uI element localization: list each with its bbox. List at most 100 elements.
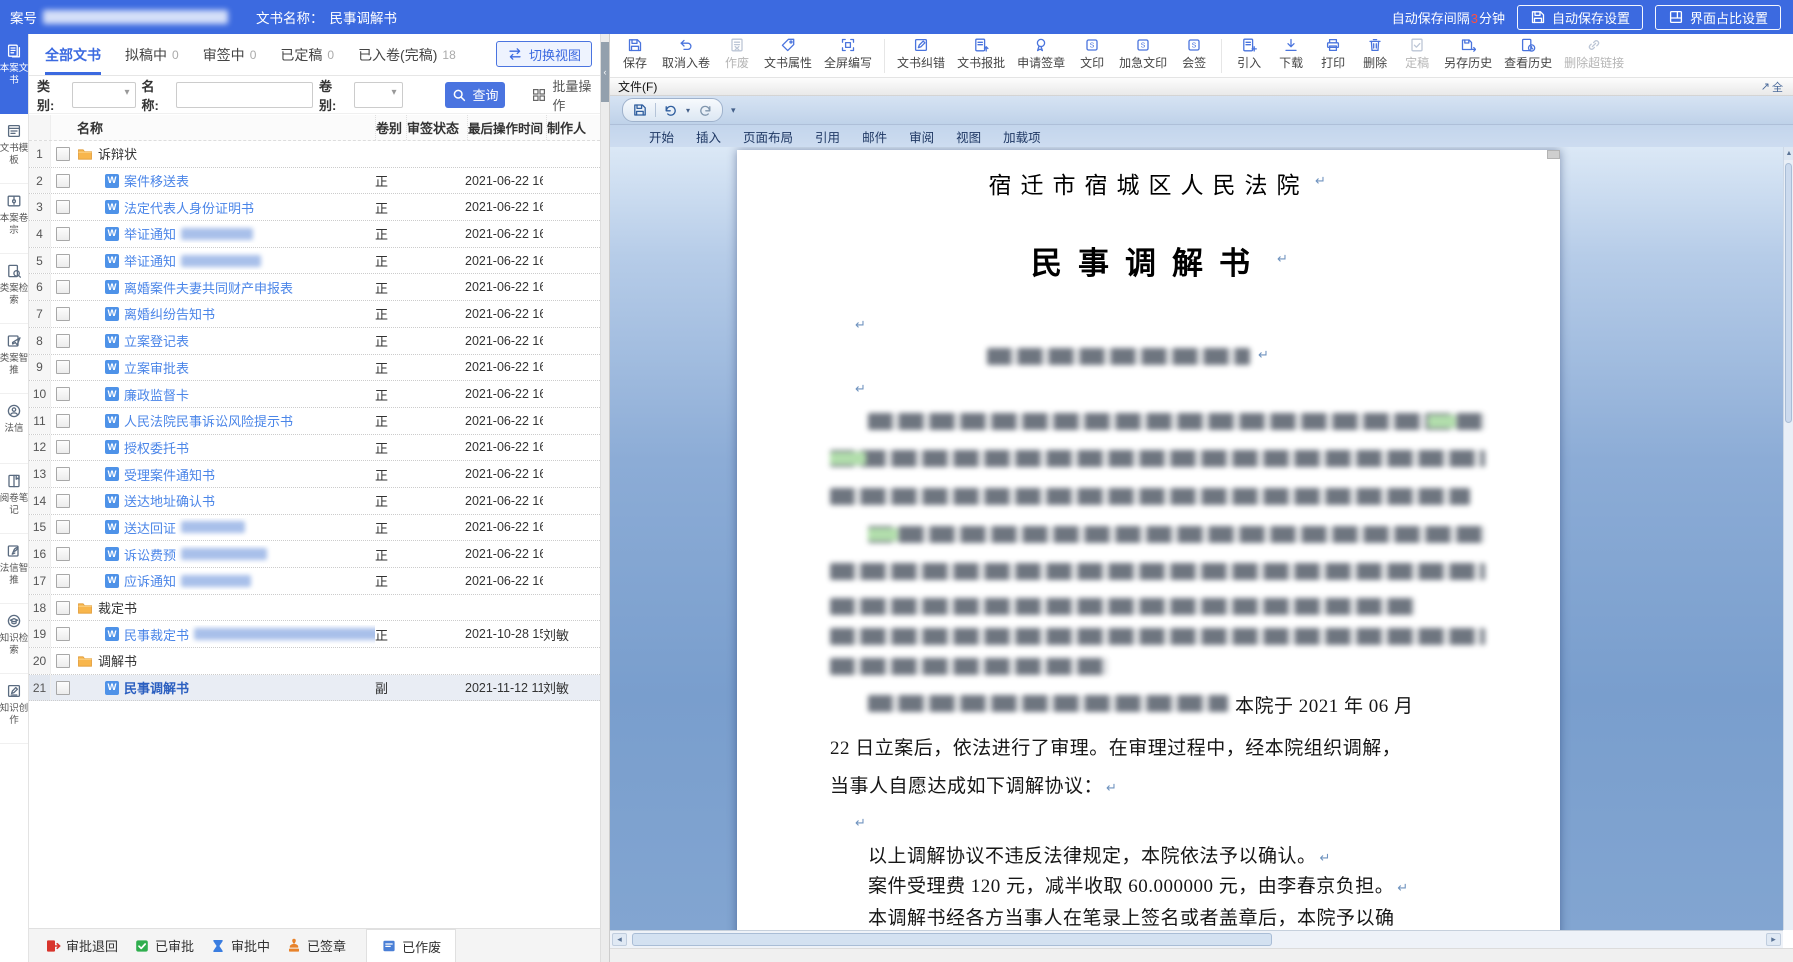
row-checkbox[interactable] — [56, 227, 70, 241]
row-checkbox[interactable] — [56, 200, 70, 214]
horizontal-scrollbar[interactable]: ◂ ▸ — [610, 930, 1783, 948]
table-row-12[interactable]: 12W授权委托书正2021-06-22 16 — [29, 435, 600, 462]
sidebar-item-1[interactable]: 文书模板 — [0, 114, 28, 184]
toolbar-button-2-5[interactable]: 另存历史 — [1444, 37, 1492, 71]
sidebar-item-9[interactable]: 知识创作 — [0, 674, 28, 744]
legend-item-1[interactable]: 已审批 — [134, 929, 194, 962]
batch-operations-button[interactable]: 批量操作 — [531, 76, 600, 114]
doc-name-link[interactable]: 立案登记表 — [124, 331, 189, 350]
table-row-9[interactable]: 9W立案审批表正2021-06-22 16 — [29, 355, 600, 382]
doc-name-link[interactable]: 民事调解书 — [124, 678, 189, 697]
legend-item-4[interactable]: 已作废 — [366, 929, 456, 962]
sidebar-item-0[interactable]: 本案文书 — [0, 34, 28, 114]
toolbar-button-2-2[interactable]: 打印 — [1318, 37, 1348, 71]
sidebar-item-6[interactable]: 阅卷笔记 — [0, 464, 28, 534]
table-row-1[interactable]: 1诉辩状 — [29, 141, 600, 168]
toolbar-button-0-1[interactable]: 取消入卷 — [662, 37, 710, 71]
sidebar-item-7[interactable]: 法信智推 — [0, 534, 28, 604]
table-row-13[interactable]: 13W受理案件通知书正2021-06-22 16 — [29, 461, 600, 488]
autosave-settings-button[interactable]: 自动保存设置 — [1517, 5, 1643, 30]
file-menu[interactable]: 文件(F) — [618, 78, 657, 95]
ribbon-tab-2[interactable]: 页面布局 — [732, 125, 804, 148]
table-row-4[interactable]: 4W举证通知正2021-06-22 16 — [29, 221, 600, 248]
doc-name-link[interactable]: 送达地址确认书 — [124, 491, 215, 510]
volume-select[interactable] — [354, 82, 403, 108]
doc-name-link[interactable]: 授权委托书 — [124, 438, 189, 457]
doc-name-link[interactable]: 廉政监督卡 — [124, 385, 189, 404]
toolbar-button-1-0[interactable]: 文书纠错 — [897, 37, 945, 71]
doc-name-link[interactable]: 离婚案件夫妻共同财产申报表 — [124, 278, 293, 297]
sidebar-item-8[interactable]: 知识检索 — [0, 604, 28, 674]
table-row-2[interactable]: 2W案件移送表正2021-06-22 16 — [29, 168, 600, 195]
ribbon-tab-1[interactable]: 插入 — [685, 125, 732, 148]
row-checkbox[interactable] — [56, 547, 70, 561]
save-icon[interactable] — [632, 102, 648, 118]
doc-name-link[interactable]: 诉讼费预 — [124, 545, 176, 564]
toolbar-button-1-3[interactable]: S文印 — [1077, 37, 1107, 71]
table-row-21[interactable]: 21W民事调解书副2021-11-12 11刘敏 — [29, 675, 600, 702]
table-row-8[interactable]: 8W立案登记表正2021-06-22 16 — [29, 328, 600, 355]
category-select[interactable] — [72, 82, 136, 108]
ribbon-tab-5[interactable]: 审阅 — [898, 125, 945, 148]
redo-icon[interactable] — [697, 102, 713, 118]
folder-name[interactable]: 诉辩状 — [98, 144, 137, 163]
switch-view-button[interactable]: 切换视图 — [496, 41, 592, 67]
toolbar-button-2-3[interactable]: 删除 — [1360, 37, 1390, 71]
doc-name-link[interactable]: 民事裁定书 — [124, 625, 189, 644]
table-row-5[interactable]: 5W举证通知正2021-06-22 16 — [29, 248, 600, 275]
legend-item-2[interactable]: 审批中 — [210, 929, 270, 962]
doc-name-link[interactable]: 举证通知 — [124, 251, 176, 270]
row-checkbox[interactable] — [56, 601, 70, 615]
ribbon-tab-6[interactable]: 视图 — [945, 125, 992, 148]
horizontal-scroll-thumb[interactable] — [632, 933, 1272, 946]
table-row-16[interactable]: 16W诉讼费预正2021-06-22 16 — [29, 541, 600, 568]
toolbar-button-1-5[interactable]: S会签 — [1179, 37, 1209, 71]
doc-name-link[interactable]: 立案审批表 — [124, 358, 189, 377]
panel-divider[interactable]: ‹ — [600, 34, 610, 962]
expand-control[interactable]: ↗全 — [1761, 79, 1783, 95]
row-checkbox[interactable] — [56, 360, 70, 374]
row-checkbox[interactable] — [56, 654, 70, 668]
sidebar-item-2[interactable]: 本案卷宗 — [0, 184, 28, 254]
ribbon-tab-3[interactable]: 引用 — [804, 125, 851, 148]
folder-name[interactable]: 调解书 — [98, 651, 137, 670]
legend-item-0[interactable]: 审批退回 — [45, 929, 118, 962]
toolbar-button-1-2[interactable]: 申请签章 — [1017, 37, 1065, 71]
scroll-up-icon[interactable]: ▲ — [1784, 147, 1793, 160]
toolbar-button-2-0[interactable]: 引入 — [1234, 37, 1264, 71]
table-row-10[interactable]: 10W廉政监督卡正2021-06-22 16 — [29, 381, 600, 408]
row-checkbox[interactable] — [56, 440, 70, 454]
doc-name-link[interactable]: 人民法院民事诉讼风险提示书 — [124, 411, 293, 430]
table-row-11[interactable]: 11W人民法院民事诉讼风险提示书正2021-06-22 16 — [29, 408, 600, 435]
table-row-14[interactable]: 14W送达地址确认书正2021-06-22 16 — [29, 488, 600, 515]
ribbon-tab-7[interactable]: 加载项 — [992, 125, 1052, 148]
toolbar-button-2-1[interactable]: 下载 — [1276, 37, 1306, 71]
collapse-handle[interactable]: ‹ — [601, 42, 609, 102]
doc-name-link[interactable]: 举证通知 — [124, 224, 176, 243]
table-row-6[interactable]: 6W离婚案件夫妻共同财产申报表正2021-06-22 16 — [29, 274, 600, 301]
row-checkbox[interactable] — [56, 147, 70, 161]
table-row-15[interactable]: 15W送达回证正2021-06-22 16 — [29, 515, 600, 542]
sidebar-item-4[interactable]: 类案智推 — [0, 324, 28, 394]
row-checkbox[interactable] — [56, 520, 70, 534]
doc-name-link[interactable]: 应诉通知 — [124, 571, 176, 590]
row-checkbox[interactable] — [56, 414, 70, 428]
row-checkbox[interactable] — [56, 681, 70, 695]
doc-name-link[interactable]: 送达回证 — [124, 518, 176, 537]
doc-tab-3[interactable]: 已定稿0 — [280, 34, 334, 75]
table-row-20[interactable]: 20调解书 — [29, 648, 600, 675]
folder-name[interactable]: 裁定书 — [98, 598, 137, 617]
customize-qat-icon[interactable]: ▾ — [731, 105, 736, 116]
undo-dropdown-icon[interactable]: ▾ — [686, 106, 690, 115]
row-checkbox[interactable] — [56, 334, 70, 348]
name-input[interactable] — [176, 82, 313, 108]
table-row-19[interactable]: 19W民事裁定书正2021-10-28 15刘敏 — [29, 621, 600, 648]
undo-icon[interactable] — [663, 102, 679, 118]
row-checkbox[interactable] — [56, 387, 70, 401]
doc-tab-4[interactable]: 已入卷(完稿)18 — [358, 34, 456, 75]
doc-tab-2[interactable]: 审签中0 — [203, 34, 257, 75]
document-page[interactable]: 宿迁市宿城区人民法院 ↵ 民事调解书 ↵ ↵ ↵ ↵ 本院于 2021 年 06… — [737, 150, 1560, 930]
toolbar-button-1-1[interactable]: 文书报批 — [957, 37, 1005, 71]
ribbon-tab-4[interactable]: 邮件 — [851, 125, 898, 148]
row-checkbox[interactable] — [56, 174, 70, 188]
